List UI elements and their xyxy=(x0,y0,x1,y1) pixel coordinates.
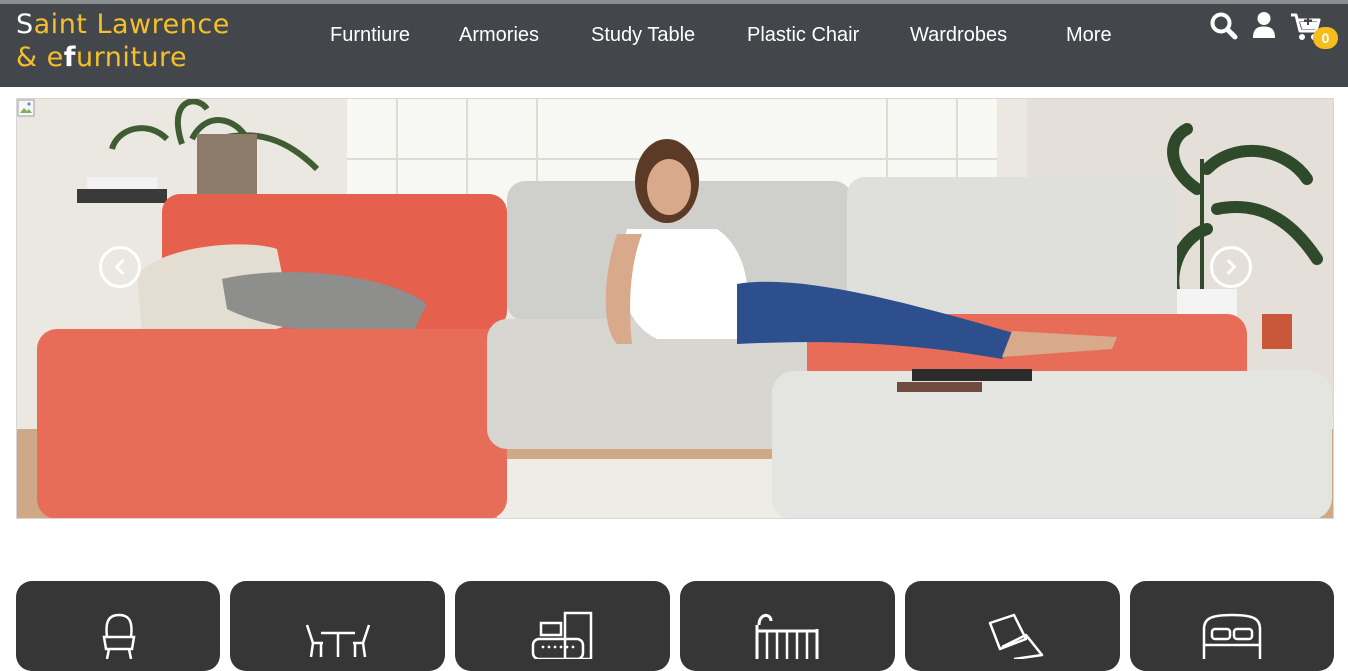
hero-image xyxy=(17,99,1333,518)
logo-line-1: Saint Lawrence xyxy=(16,9,230,40)
chevron-left-icon xyxy=(115,259,124,275)
search-icon[interactable] xyxy=(1209,11,1239,46)
pillows-icon xyxy=(988,613,1044,659)
nav-item-wardrobes[interactable]: Wardrobes xyxy=(910,23,1007,47)
user-icon[interactable] xyxy=(1252,11,1276,44)
nav-item-armories[interactable]: Armories xyxy=(459,23,539,47)
chevron-right-icon xyxy=(1227,259,1236,275)
logo-line-2: & efurniture xyxy=(16,42,188,73)
hero-carousel xyxy=(16,98,1334,519)
bed-icon xyxy=(1202,613,1262,659)
study-desk-icon xyxy=(531,611,593,659)
crib-icon xyxy=(755,614,819,659)
site-header: Saint Lawrence & efurniture Furntiure Ar… xyxy=(0,4,1348,87)
carousel-prev-button[interactable] xyxy=(99,246,141,288)
nav-item-study-table[interactable]: Study Table xyxy=(591,23,695,47)
broken-image-icon xyxy=(17,99,35,117)
cart-count-badge: 0 xyxy=(1313,27,1338,49)
nav-item-more[interactable]: More xyxy=(1066,23,1112,47)
armchair-icon xyxy=(102,613,136,659)
site-logo[interactable]: Saint Lawrence & efurniture xyxy=(16,8,230,74)
dining-set-icon xyxy=(305,624,371,658)
nav-item-furniture[interactable]: Furntiure xyxy=(330,23,410,47)
nav-item-plastic-chair[interactable]: Plastic Chair xyxy=(747,23,859,47)
carousel-next-button[interactable] xyxy=(1210,246,1252,288)
